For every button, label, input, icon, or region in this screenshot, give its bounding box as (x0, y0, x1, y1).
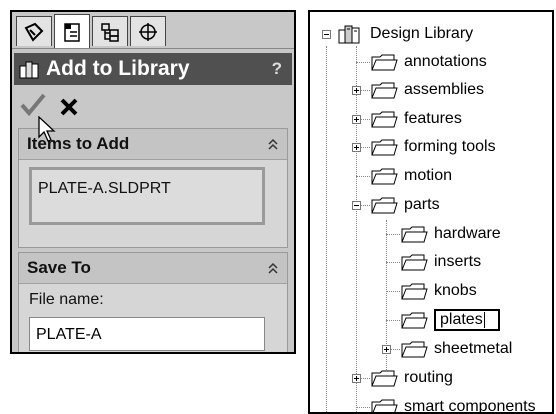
collapse-chevron-icon[interactable] (267, 261, 279, 275)
tree-label: sheetmetal (434, 340, 513, 357)
folder-icon (371, 399, 398, 412)
file-name-label: File name: (29, 291, 104, 308)
tree-label: Design Library (370, 25, 474, 42)
save-to-header[interactable]: Save To (19, 253, 287, 284)
save-to-label: Save To (27, 258, 91, 277)
tree-item-forming-tools[interactable]: forming tools (370, 133, 496, 161)
tree-label: knobs (434, 282, 477, 299)
tree-connector (386, 291, 400, 292)
manager-tabs (12, 12, 294, 49)
feature-manager-icon (24, 22, 44, 42)
tree-connector (356, 407, 370, 408)
tree-item-motion[interactable]: motion (370, 162, 452, 190)
items-to-add-list[interactable]: PLATE-A.SLDPRT (29, 167, 265, 225)
cancel-x-icon[interactable] (58, 96, 80, 118)
tree-item-annotations[interactable]: annotations (370, 48, 487, 76)
tree-label: routing (404, 369, 453, 386)
folder-icon (371, 54, 398, 71)
tree-connector (326, 46, 327, 412)
design-library-icon (19, 61, 39, 79)
help-button[interactable]: ? (272, 59, 282, 79)
panel-title: Add to Library (46, 57, 190, 80)
tree-label: parts (404, 196, 440, 213)
tree-item-inserts[interactable]: inserts (400, 248, 481, 276)
folder-icon (371, 168, 398, 185)
design-library-icon (338, 25, 360, 44)
tree-connector (356, 46, 357, 412)
tree-connector (386, 320, 400, 321)
folder-icon (401, 283, 428, 300)
mouse-pointer-icon (38, 116, 56, 142)
expand-toggle-sheetmetal[interactable] (382, 345, 391, 354)
text-caret (483, 312, 485, 328)
tree-label: forming tools (404, 138, 496, 155)
folder-icon (371, 111, 398, 128)
tree-item-routing[interactable]: routing (370, 364, 453, 392)
tree-item-features[interactable]: features (370, 105, 462, 133)
tab-property-manager[interactable] (54, 14, 90, 48)
expand-toggle-routing[interactable] (352, 374, 361, 383)
tree-item-assemblies[interactable]: assemblies (370, 76, 484, 104)
ok-checkmark-icon[interactable] (20, 92, 46, 118)
folder-icon (371, 139, 398, 156)
tree-label: annotations (404, 53, 487, 70)
tree-label: motion (404, 167, 453, 184)
tree-connector (356, 176, 370, 177)
folder-icon (401, 254, 428, 271)
tree-label: features (404, 110, 462, 127)
add-to-library-panel: Add to Library ? Items to Add PLATE-A.SL… (10, 10, 296, 354)
tree-label: hardware (434, 225, 501, 242)
tree-connector (356, 62, 370, 63)
folder-icon (371, 82, 398, 99)
tree-label: assemblies (404, 81, 485, 98)
open-folder-icon (371, 197, 398, 214)
tree-connector (386, 262, 400, 263)
rename-input[interactable]: plates (434, 309, 500, 331)
expand-toggle-features[interactable] (352, 115, 361, 124)
tree-item-smart-components[interactable]: smart components (370, 393, 536, 412)
property-manager-icon (64, 22, 80, 42)
panel-titlebar: Add to Library ? (14, 53, 292, 85)
collapse-toggle-parts[interactable] (352, 201, 361, 210)
configuration-manager-icon (101, 22, 119, 42)
expand-toggle-forming-tools[interactable] (352, 143, 361, 152)
tab-feature-manager[interactable] (16, 16, 52, 46)
items-to-add-group: Items to Add PLATE-A.SLDPRT (18, 128, 288, 248)
tree-label: inserts (434, 253, 482, 270)
collapse-toggle-design-library[interactable] (322, 30, 331, 39)
folder-icon (371, 370, 398, 387)
collapse-chevron-icon[interactable] (267, 137, 279, 151)
tree-item-sheetmetal[interactable]: sheetmetal (400, 335, 512, 363)
folder-icon (401, 341, 428, 358)
tab-dimxpert-manager[interactable] (130, 16, 166, 46)
tree-root-design-library[interactable]: Design Library (336, 20, 473, 48)
tree-label: plates (440, 311, 483, 329)
folder-icon (401, 226, 428, 243)
tab-configuration-manager[interactable] (92, 16, 128, 46)
tree-item-plates[interactable]: plates (400, 306, 500, 334)
tree-connector (386, 234, 400, 235)
folder-icon (401, 312, 428, 329)
items-to-add-header[interactable]: Items to Add (19, 129, 287, 160)
tree-item-knobs[interactable]: knobs (400, 277, 477, 305)
tree-item-parts[interactable]: parts (370, 191, 440, 219)
design-library-tree: Design Library annotations assemblies fe… (308, 10, 554, 414)
tree-item-hardware[interactable]: hardware (400, 220, 501, 248)
file-name-input[interactable]: PLATE-A (29, 317, 265, 351)
expand-toggle-assemblies[interactable] (352, 86, 361, 95)
list-item[interactable]: PLATE-A.SLDPRT (38, 180, 171, 198)
dimxpert-icon (139, 22, 157, 41)
save-to-group: Save To File name: PLATE-A (18, 252, 288, 352)
